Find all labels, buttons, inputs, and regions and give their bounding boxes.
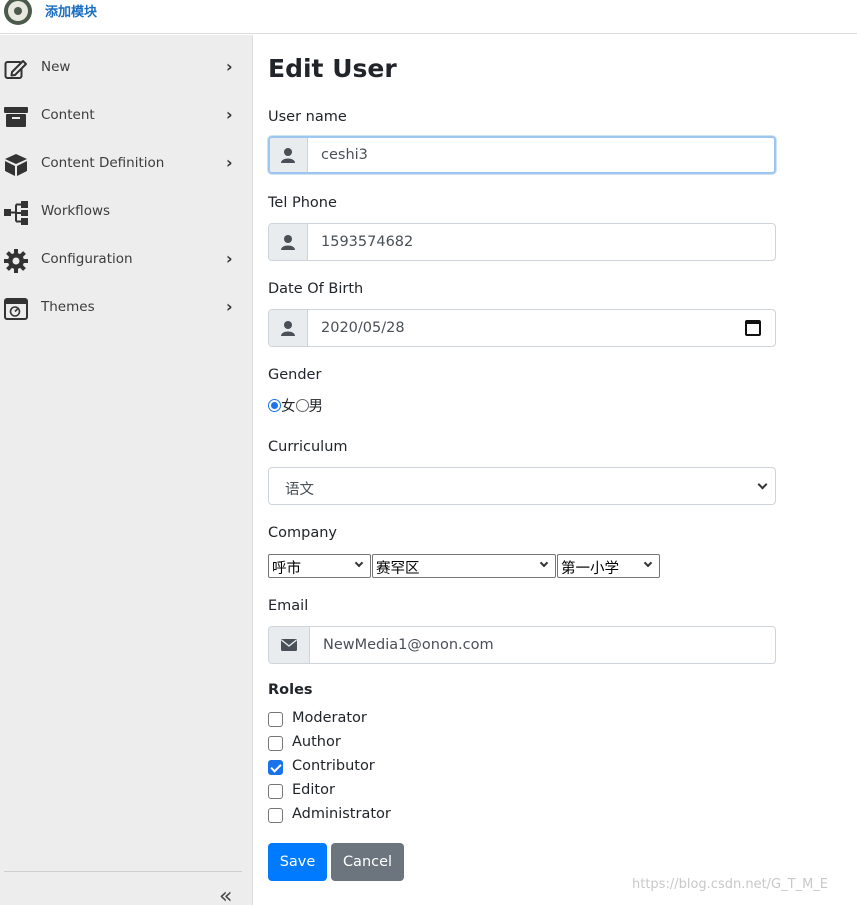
- role-label: Administrator: [292, 806, 391, 822]
- curriculum-label: Curriculum: [268, 439, 348, 455]
- company-school-select[interactable]: 第一小学: [557, 554, 660, 578]
- dob-input-group: [268, 309, 776, 347]
- collapse-sidebar-button[interactable]: «: [219, 884, 233, 905]
- page-title: Edit User: [268, 54, 397, 83]
- city-value: 呼市: [272, 561, 301, 577]
- user-icon: [269, 310, 308, 346]
- sidebar-item-new[interactable]: New ›: [0, 45, 253, 85]
- role-label: Contributor: [292, 758, 375, 774]
- gender-radio-group: 女男: [268, 395, 323, 416]
- company-district-select[interactable]: 赛罕区: [372, 554, 556, 578]
- chevron-down-icon: [643, 558, 653, 568]
- sidebar-item-themes[interactable]: Themes ›: [0, 285, 253, 325]
- email-label: Email: [268, 598, 309, 614]
- edit-icon: [4, 57, 28, 81]
- curriculum-value: 语文: [285, 482, 314, 498]
- envelope-icon: [269, 627, 310, 663]
- chevron-down-icon: [757, 479, 768, 490]
- chevron-right-icon: ›: [226, 249, 233, 268]
- sitemap-icon: [4, 201, 28, 225]
- chevron-right-icon: ›: [226, 297, 233, 316]
- sidebar-item-label: Themes: [41, 299, 95, 315]
- cancel-button[interactable]: Cancel: [331, 843, 404, 881]
- checkbox-checked[interactable]: [268, 760, 283, 775]
- user-icon: [270, 138, 308, 172]
- username-label: User name: [268, 109, 347, 125]
- sidebar-item-content-definition[interactable]: Content Definition ›: [0, 141, 253, 181]
- gear-icon: [4, 249, 28, 273]
- theme-icon: [4, 297, 28, 321]
- dob-label: Date Of Birth: [268, 281, 364, 297]
- brand-title[interactable]: 添加模块: [45, 1, 97, 20]
- phone-label: Tel Phone: [268, 195, 337, 211]
- sidebar-item-workflows[interactable]: Workflows: [0, 189, 253, 229]
- company-city-select[interactable]: 呼市: [268, 554, 371, 578]
- email-input[interactable]: [311, 627, 775, 663]
- sidebar-item-label: Content: [41, 107, 95, 123]
- sidebar-item-label: Content Definition: [41, 155, 165, 171]
- district-value: 赛罕区: [376, 561, 420, 577]
- roles-title: Roles: [268, 682, 313, 698]
- user-icon: [269, 224, 308, 260]
- chevron-down-icon: [539, 558, 549, 568]
- chevron-right-icon: ›: [226, 105, 233, 124]
- role-label: Moderator: [292, 710, 367, 726]
- username-input-group: [268, 136, 776, 174]
- phone-input[interactable]: [309, 224, 775, 260]
- chevron-right-icon: ›: [226, 57, 233, 76]
- calendar-icon[interactable]: [745, 320, 761, 336]
- gender-label: Gender: [268, 367, 322, 383]
- school-value: 第一小学: [561, 561, 619, 577]
- logo-icon[interactable]: [4, 0, 32, 25]
- gender-radio-female[interactable]: [268, 399, 281, 412]
- sidebar-item-content[interactable]: Content ›: [0, 93, 253, 133]
- role-label: Author: [292, 734, 341, 750]
- sidebar-item-label: Configuration: [41, 251, 133, 267]
- checkbox[interactable]: [268, 712, 283, 727]
- chevron-right-icon: ›: [226, 153, 233, 172]
- role-label: Editor: [292, 782, 335, 798]
- sidebar: New › Content › Content Definition › Wor…: [0, 35, 253, 905]
- archive-icon: [4, 105, 28, 129]
- sidebar-item-label: Workflows: [41, 203, 111, 219]
- checkbox[interactable]: [268, 808, 283, 823]
- gender-option-label: 男: [308, 399, 324, 415]
- sidebar-item-configuration[interactable]: Configuration ›: [0, 237, 253, 277]
- dob-input[interactable]: [309, 310, 775, 346]
- sidebar-item-label: New: [41, 59, 71, 75]
- cube-icon: [4, 153, 28, 177]
- company-label: Company: [268, 525, 337, 541]
- username-input[interactable]: [309, 138, 774, 172]
- gender-radio-male[interactable]: [295, 399, 309, 412]
- curriculum-select[interactable]: 语文: [268, 467, 776, 505]
- checkbox[interactable]: [268, 736, 283, 751]
- sidebar-divider: [4, 871, 242, 872]
- email-input-group: [268, 626, 776, 664]
- gender-option-label: 女: [281, 399, 296, 415]
- save-button[interactable]: Save: [268, 843, 327, 881]
- phone-input-group: [268, 223, 776, 261]
- checkbox[interactable]: [268, 784, 283, 799]
- chevron-down-icon: [354, 558, 364, 568]
- watermark-text: https://blog.csdn.net/G_T_M_E: [632, 877, 829, 892]
- top-bar: 添加模块: [0, 0, 857, 34]
